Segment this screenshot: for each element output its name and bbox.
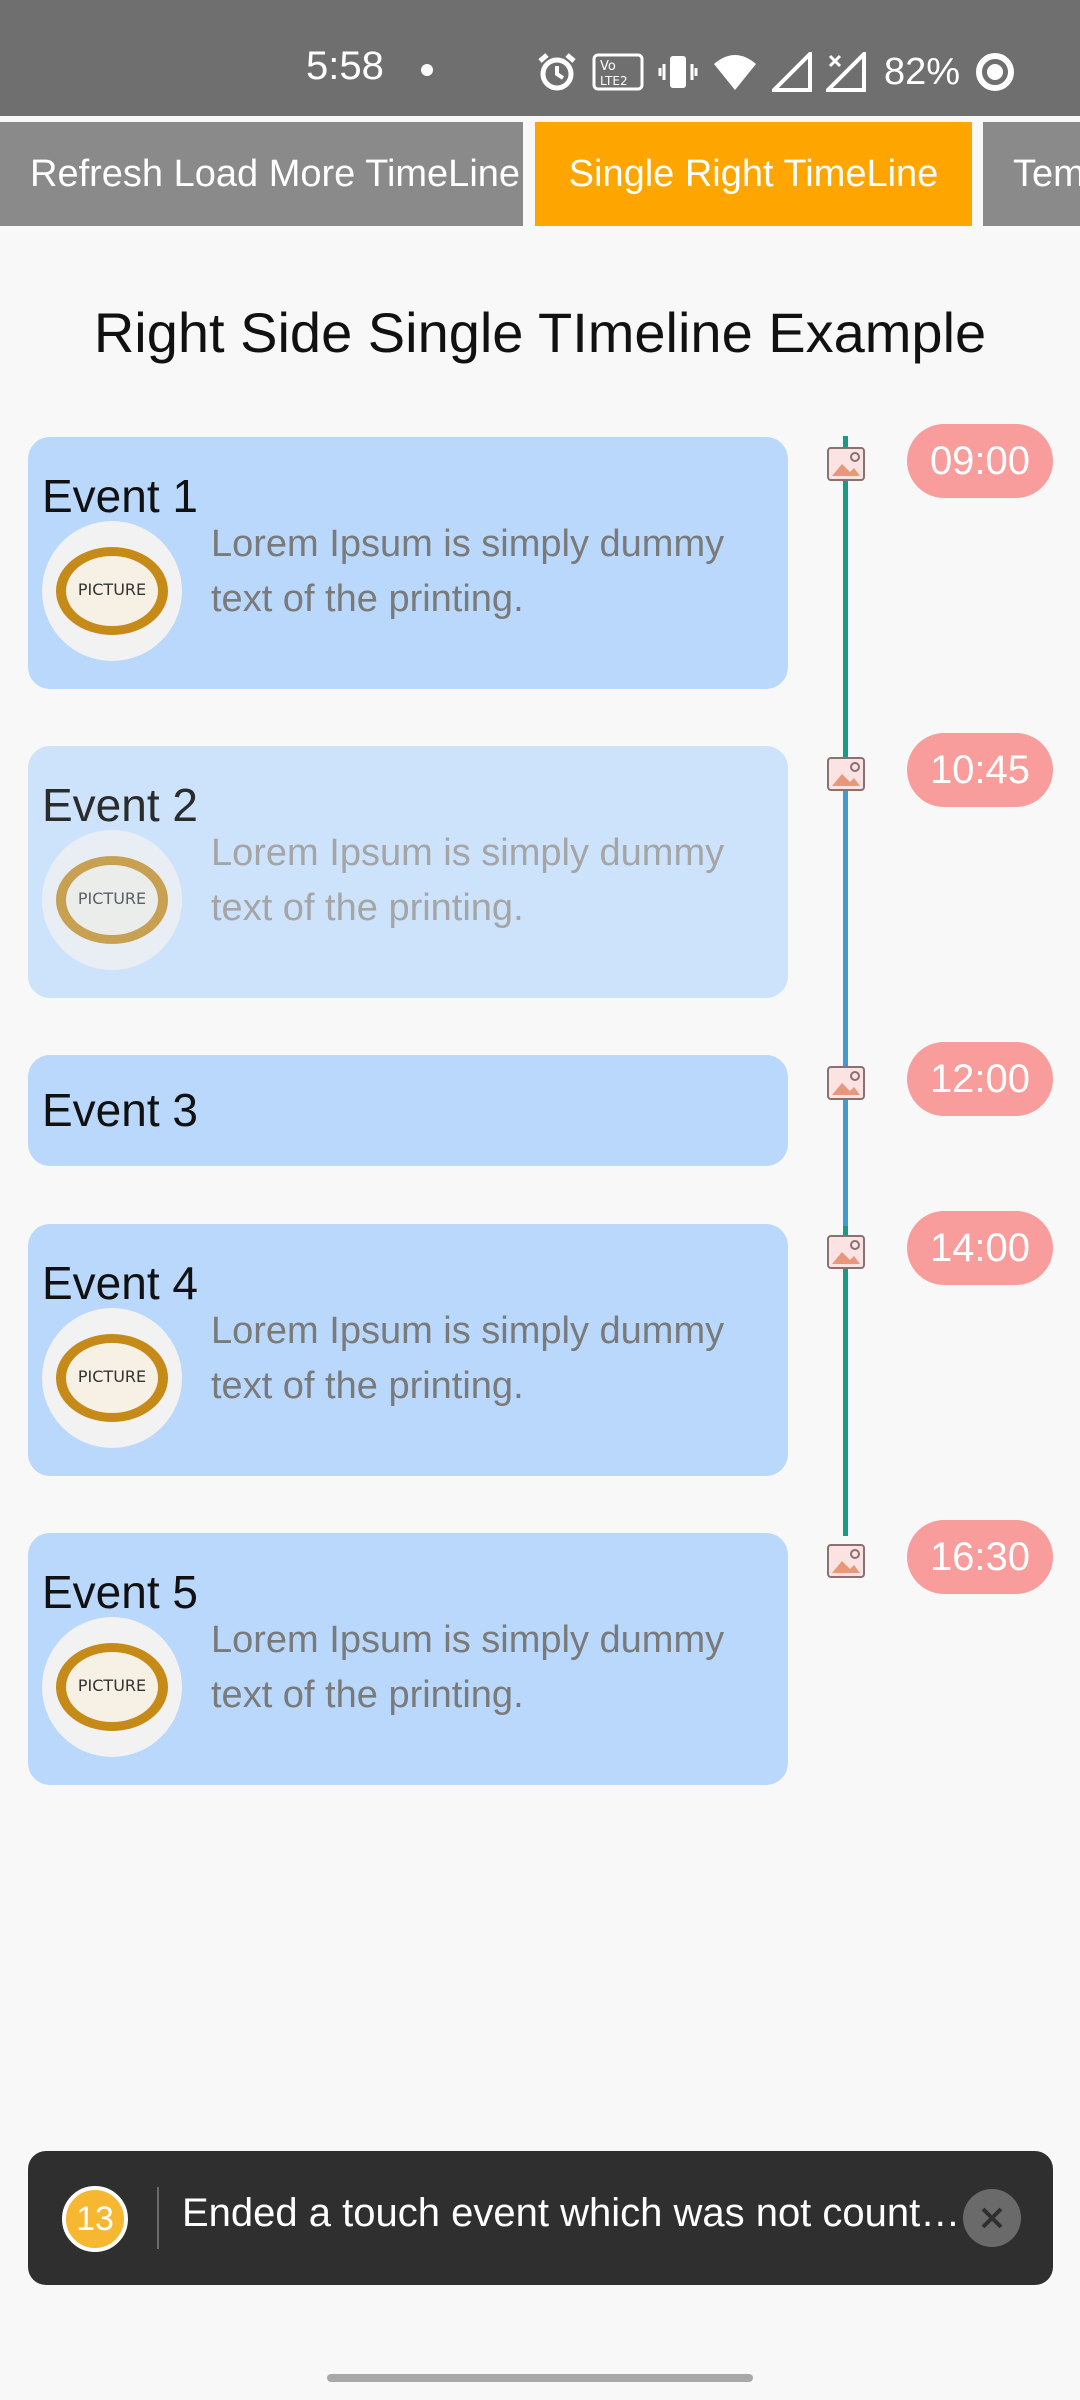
event-title: Event 5 — [42, 1566, 198, 1618]
volte-icon: Vo LTE2 — [592, 53, 644, 91]
status-icons: Vo LTE2 82% — [536, 48, 1016, 96]
event-picture: PICTURE — [42, 521, 182, 661]
event-picture: PICTURE — [42, 1617, 182, 1757]
timeline-line-segment — [843, 766, 848, 1226]
picture-label: PICTURE — [78, 1367, 146, 1386]
event-description: Lorem Ipsum is simply dummy text of the … — [211, 1310, 725, 1407]
event-picture: PICTURE — [42, 1308, 182, 1448]
image-node-icon — [827, 1544, 865, 1578]
event-card[interactable]: Event 4 PICTURE Lorem Ipsum is simply du… — [28, 1224, 788, 1476]
event-time: 10:45 — [907, 733, 1053, 807]
status-bar: 5:58 Vo LTE2 82% — [0, 0, 1080, 116]
event-description: Lorem Ipsum is simply dummy text of the … — [211, 832, 725, 929]
tab-bar: Refresh Load More TimeLine Single Right … — [0, 116, 1080, 226]
image-node-icon — [827, 1235, 865, 1269]
picture-label: PICTURE — [78, 889, 146, 908]
timeline-line-segment — [843, 436, 848, 766]
event-description: Lorem Ipsum is simply dummy text of the … — [211, 1619, 725, 1716]
event-time: 14:00 — [907, 1211, 1053, 1285]
picture-label: PICTURE — [78, 1676, 146, 1695]
image-node-icon — [827, 757, 865, 791]
event-time: 09:00 — [907, 424, 1053, 498]
status-time: 5:58 — [306, 44, 384, 88]
toast-message: Ended a touch event which was not counte… — [182, 2191, 962, 2235]
event-title: Event 2 — [42, 779, 198, 831]
event-card[interactable]: Event 5 PICTURE Lorem Ipsum is simply du… — [28, 1533, 788, 1785]
event-time: 16:30 — [907, 1520, 1053, 1594]
notification-dot-icon — [421, 64, 433, 76]
event-title: Event 4 — [42, 1257, 198, 1309]
signal-x-icon — [826, 52, 866, 92]
event-description: Lorem Ipsum is simply dummy text of the … — [211, 523, 725, 620]
home-indicator[interactable] — [327, 2374, 753, 2382]
page-title: Right Side Single TImeline Example — [93, 301, 987, 364]
battery-percent: 82% — [884, 50, 961, 93]
event-picture: PICTURE — [42, 830, 182, 970]
tab-single-right-timeline[interactable]: Single Right TimeLine — [535, 122, 972, 226]
event-card[interactable]: Event 3 — [28, 1055, 788, 1166]
event-time: 12:00 — [907, 1042, 1053, 1116]
event-title: Event 3 — [42, 1084, 198, 1136]
event-card[interactable]: Event 1 PICTURE Lorem Ipsum is simply du… — [28, 437, 788, 689]
event-title: Event 1 — [42, 470, 198, 522]
toast-notification: 13 Ended a touch event which was not cou… — [28, 2151, 1053, 2285]
alarm-icon — [538, 53, 576, 91]
signal-icon — [772, 52, 812, 92]
event-card[interactable]: Event 2 PICTURE Lorem Ipsum is simply du… — [28, 746, 788, 998]
timeline-line-segment — [843, 1226, 848, 1536]
svg-text:LTE2: LTE2 — [600, 74, 628, 88]
toast-divider — [157, 2187, 159, 2249]
close-icon — [981, 2207, 1003, 2229]
tab-refresh-load-more[interactable]: Refresh Load More TimeLine — [0, 122, 523, 226]
toast-close-button[interactable] — [963, 2189, 1021, 2247]
wifi-icon — [714, 55, 756, 90]
image-node-icon — [827, 447, 865, 481]
toast-count-badge: 13 — [62, 2186, 128, 2252]
battery-ring-icon — [976, 53, 1015, 91]
image-node-icon — [827, 1066, 865, 1100]
vibrate-icon — [658, 56, 698, 88]
svg-text:Vo: Vo — [600, 59, 616, 74]
tab-template[interactable]: Template — [983, 122, 1080, 226]
picture-label: PICTURE — [78, 580, 146, 599]
